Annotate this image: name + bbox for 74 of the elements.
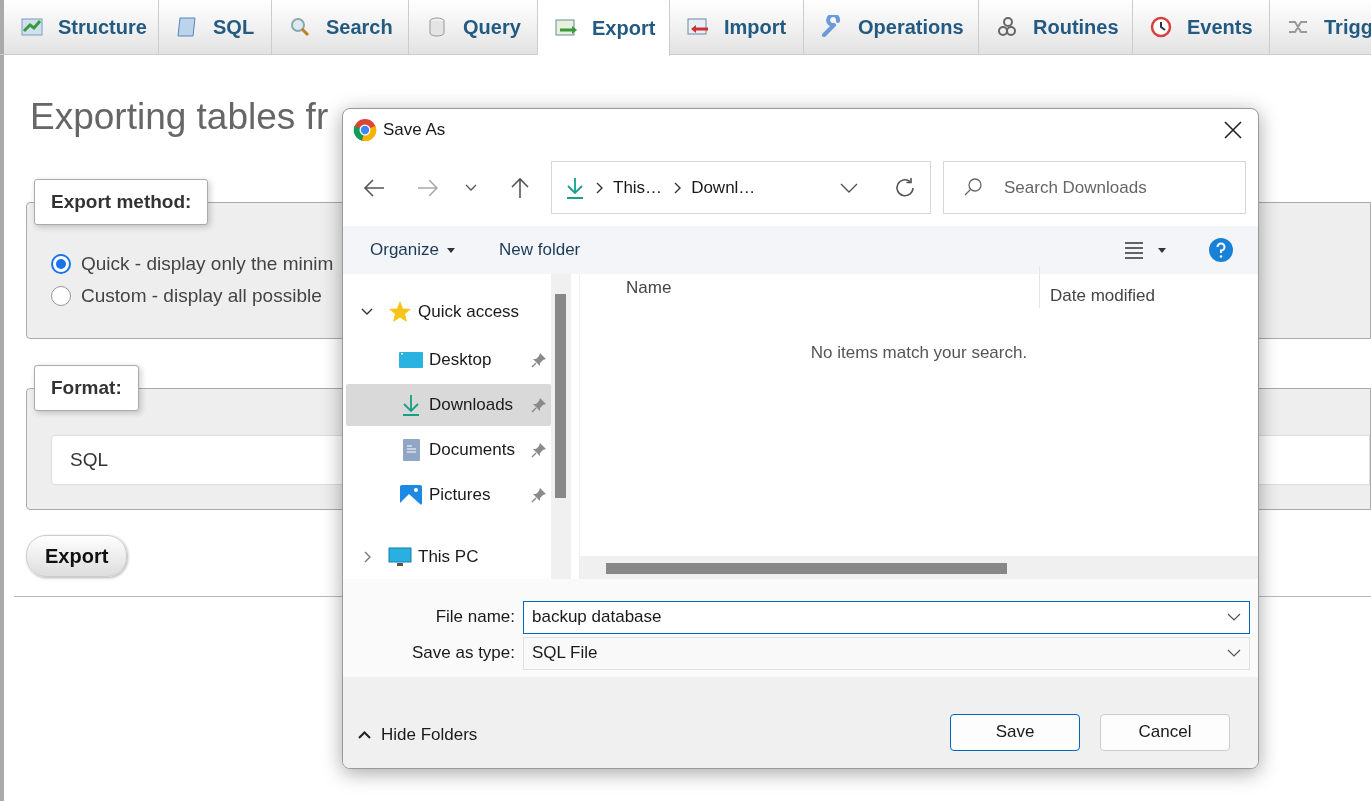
nav-item[interactable]: Pictures	[346, 474, 551, 516]
tab[interactable]: Export	[538, 0, 670, 56]
page-heading: Exporting tables fr	[30, 95, 329, 139]
chevron-down-icon	[1227, 613, 1241, 621]
file-name-field[interactable]: backup database	[523, 600, 1250, 634]
column-header[interactable]: Date modified	[1040, 282, 1155, 308]
nav-item[interactable]: Desktop	[346, 339, 551, 381]
pin-icon[interactable]	[531, 397, 547, 413]
pin-icon[interactable]	[531, 352, 547, 368]
download-icon	[566, 176, 584, 199]
nav-item[interactable]: Quick access	[346, 288, 551, 336]
address-bar[interactable]: This… Downl…	[551, 161, 931, 214]
breadcrumb-item[interactable]: This…	[613, 174, 663, 201]
caret-icon	[447, 247, 455, 253]
structure-icon	[20, 15, 44, 39]
picture-icon	[399, 483, 423, 507]
back-arrow-icon[interactable]	[363, 177, 385, 198]
tab[interactable]: Query	[409, 0, 538, 54]
new-folder-button[interactable]: New folder	[499, 237, 581, 263]
empty-message: No items match your search.	[809, 342, 1029, 364]
organize-menu[interactable]: Organize	[370, 237, 455, 263]
field-label: File name:	[434, 606, 516, 629]
search-icon	[963, 177, 983, 197]
fieldset-legend: Format:	[34, 365, 139, 411]
forward-arrow-icon[interactable]	[417, 177, 439, 198]
hide-folders-button[interactable]: Hide Folders	[358, 722, 478, 748]
help-icon[interactable]	[1208, 237, 1234, 263]
fieldset-legend: Export method:	[34, 179, 209, 225]
radio-button[interactable]	[51, 286, 71, 306]
tab[interactable]: Structure	[4, 0, 159, 54]
scrollbar-thumb[interactable]	[606, 563, 1007, 574]
tab[interactable]: Routines	[979, 0, 1133, 54]
search-icon	[288, 15, 312, 39]
up-arrow-icon[interactable]	[509, 176, 531, 199]
pin-icon[interactable]	[531, 442, 547, 458]
clock-icon	[1149, 15, 1173, 39]
tab[interactable]: Search	[272, 0, 409, 54]
pin-icon[interactable]	[531, 487, 547, 503]
dialog-title: Save As	[383, 119, 446, 142]
list-view-icon[interactable]	[1124, 241, 1144, 259]
star-icon	[388, 300, 412, 324]
chevron-down-icon[interactable]	[465, 183, 477, 192]
chevron-right-icon	[674, 181, 682, 194]
export-button[interactable]: Export	[26, 535, 128, 577]
tab[interactable]: Events	[1133, 0, 1270, 54]
chevron-up-icon	[358, 731, 371, 739]
radio-button[interactable]	[51, 254, 71, 274]
dialog-button[interactable]: Cancel	[1100, 713, 1230, 751]
chevron-down-icon	[1227, 649, 1241, 657]
column-header[interactable]: Name	[580, 266, 1040, 308]
radio-label: Custom - display all possible	[81, 283, 322, 308]
radio-label: Quick - display only the minim	[81, 251, 334, 276]
field-label: Save as type:	[411, 642, 516, 665]
refresh-icon[interactable]	[894, 176, 916, 199]
nav-item[interactable]: Downloads	[346, 384, 551, 426]
file-type-select[interactable]: SQL File	[523, 636, 1250, 670]
browser-logo-icon	[353, 118, 377, 142]
tab[interactable]: SQL	[159, 0, 272, 54]
monitor-icon	[388, 545, 412, 569]
caret-icon[interactable]	[1158, 247, 1166, 253]
gears-icon	[995, 15, 1019, 39]
breadcrumb-item[interactable]: Downl…	[691, 174, 756, 201]
chevron-right-icon	[596, 181, 603, 194]
chevron-down-icon[interactable]	[840, 182, 858, 193]
tab[interactable]: Operations	[804, 0, 979, 54]
scrollbar-thumb[interactable]	[555, 294, 566, 498]
tab[interactable]: Import	[670, 0, 804, 54]
search-field[interactable]: Search Downloads	[943, 161, 1246, 214]
tab[interactable]: Trigg	[1270, 0, 1371, 54]
nav-item[interactable]: This PC	[346, 533, 551, 581]
dialog-button[interactable]: Save	[950, 713, 1080, 751]
nav-item[interactable]: Documents	[346, 429, 551, 471]
close-icon[interactable]	[1224, 121, 1242, 139]
scroll-icon	[175, 15, 199, 39]
